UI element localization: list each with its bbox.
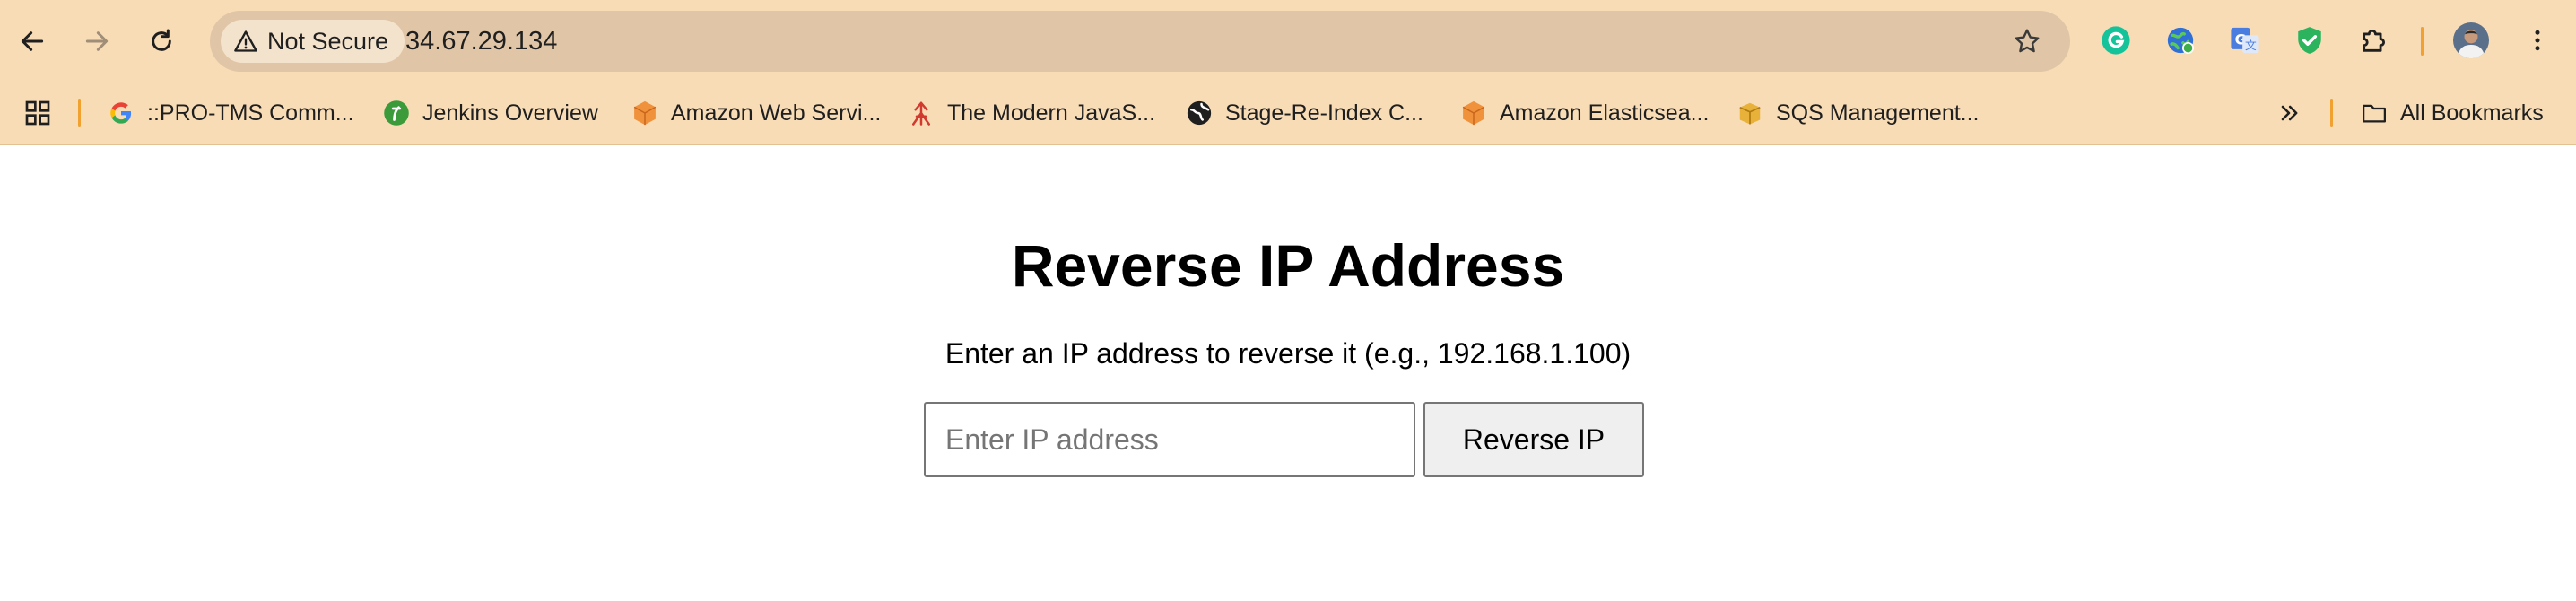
bookmarks-divider (78, 99, 81, 127)
page-title: Reverse IP Address (1011, 232, 1565, 299)
aws-icon (633, 100, 657, 126)
shield-extension[interactable] (2289, 20, 2330, 61)
star-icon (2015, 29, 2040, 53)
shield-check-icon (2298, 27, 2321, 54)
browser-toolbar: Not Secure 34.67.29.134 G文 (0, 0, 2576, 83)
bookmark-star-button[interactable] (2009, 23, 2045, 59)
all-bookmarks-label: All Bookmarks (2400, 100, 2544, 126)
bookmark-item-amazon-elasticsearch[interactable]: Amazon Elasticsea... (1460, 95, 1709, 131)
bookmark-item-sqs-management[interactable]: SQS Management... (1736, 95, 1980, 131)
sqs-icon (1739, 102, 1761, 125)
bookmarks-overflow-button[interactable] (2276, 95, 2302, 131)
grammarly-extension[interactable] (2095, 20, 2137, 61)
apps-button[interactable] (23, 95, 52, 131)
bookmark-label: Jenkins Overview (422, 100, 598, 126)
kebab-menu-icon (2535, 30, 2540, 51)
bookmark-item-aws[interactable]: Amazon Web Servi... (631, 95, 881, 131)
bookmark-item-jenkins[interactable]: Jenkins Overview (383, 95, 598, 131)
bookmark-item-pro-tms[interactable]: ::PRO-TMS Comm... (108, 95, 354, 131)
reverse-ip-button[interactable]: Reverse IP (1423, 402, 1644, 477)
bookmark-item-modern-javascript[interactable]: The Modern JavaS... (908, 95, 1155, 131)
bookmark-label: Amazon Elasticsea... (1500, 100, 1710, 126)
grammarly-icon (2102, 26, 2130, 55)
bookmarks-divider (2330, 99, 2333, 127)
warning-triangle-icon (234, 30, 257, 52)
aws-icon (1462, 100, 1485, 126)
arrow-left-icon (21, 31, 44, 51)
bookmark-label: SQS Management... (1776, 100, 1980, 126)
avatar-icon (2453, 22, 2489, 58)
forward-button[interactable] (75, 20, 118, 63)
back-button[interactable] (11, 20, 54, 63)
globe-icon (1187, 100, 1212, 126)
security-chip[interactable]: Not Secure (221, 20, 405, 63)
globe-extension-icon (2167, 27, 2195, 55)
extensions-button[interactable] (2354, 20, 2395, 61)
reload-icon (152, 29, 171, 51)
address-bar[interactable]: Not Secure 34.67.29.134 (210, 11, 2070, 72)
apps-grid-icon (25, 100, 50, 126)
globe-extension[interactable] (2160, 20, 2201, 61)
google-translate-extension[interactable]: G文 (2224, 20, 2266, 61)
folder-icon (2363, 104, 2386, 123)
arrow-right-icon (85, 31, 109, 51)
double-chevron-right-icon (2281, 105, 2298, 121)
reload-button[interactable] (140, 20, 183, 63)
puzzle-icon (2363, 29, 2386, 52)
google-translate-icon: G文 (2231, 27, 2259, 54)
browser-menu-button[interactable] (2517, 20, 2558, 61)
bookmark-label: The Modern JavaS... (947, 100, 1156, 126)
bookmark-item-stage-re-index[interactable]: Stage-Re-Index C... (1186, 95, 1423, 131)
javascript-info-icon (912, 101, 930, 126)
bookmark-label: Stage-Re-Index C... (1225, 100, 1423, 126)
toolbar-divider (2421, 27, 2424, 56)
security-chip-label: Not Secure (267, 27, 389, 55)
svg-text:文: 文 (2245, 39, 2257, 53)
ip-address-input[interactable] (924, 402, 1415, 477)
bookmarks-bar: ::PRO-TMS Comm... Jenkins Overview Amazo… (0, 83, 2576, 145)
all-bookmarks-button[interactable]: All Bookmarks (2361, 95, 2544, 131)
jenkins-icon (384, 100, 409, 126)
bookmark-label: Amazon Web Servi... (671, 100, 882, 126)
bookmark-label: ::PRO-TMS Comm... (147, 100, 354, 126)
page-instructions: Enter an IP address to reverse it (e.g.,… (944, 337, 1632, 370)
profile-avatar[interactable] (2450, 20, 2492, 61)
url-text[interactable]: 34.67.29.134 (405, 11, 557, 72)
google-icon (110, 102, 132, 124)
